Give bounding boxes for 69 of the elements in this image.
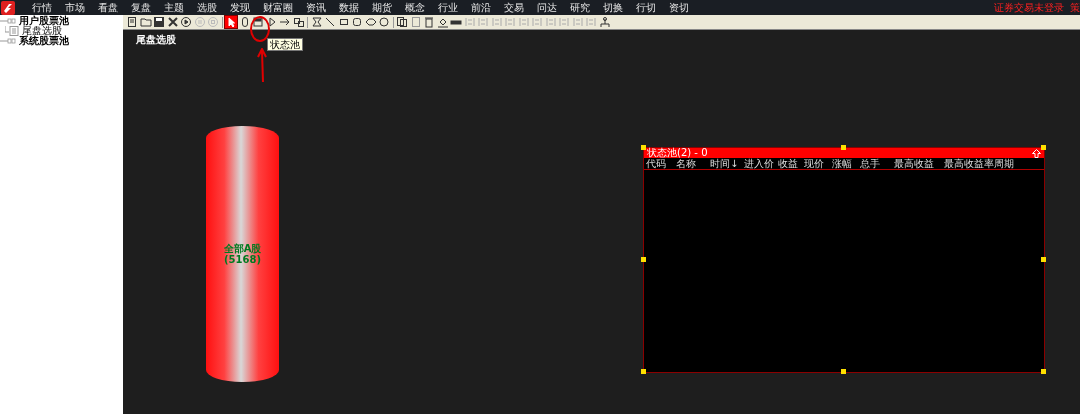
pointer-icon[interactable] [225,16,237,28]
menu-item[interactable]: 期货 [365,0,398,15]
cylinder-label: 全部A股 [223,243,262,254]
menu-item[interactable]: 策 [1070,0,1080,15]
menu-item[interactable]: 看盘 [91,0,124,15]
column-header[interactable]: 进入价 [744,158,774,169]
login-status: 证券交易未登录 [994,0,1064,15]
folder-icon[interactable] [139,16,152,28]
tooltip: 状态池 [267,38,303,51]
column-header[interactable]: 时间↓ [710,158,739,169]
tree-item[interactable]: 系统股票池 [19,36,69,46]
resize-handle[interactable] [641,257,646,262]
menu-item[interactable]: 数据 [332,0,365,15]
menu-item[interactable]: 财富圈 [256,0,299,15]
column-header[interactable]: 现价 [804,158,824,169]
annotation-circle [250,16,270,42]
menu-item[interactable]: 切换 [596,0,629,15]
tree-node-icon [0,17,18,25]
menu-item[interactable]: 行切 [629,0,662,15]
tree-node-icon [0,37,18,45]
tree-item[interactable]: 尾盘选股 [22,26,62,36]
column-header[interactable]: 最高收益 [894,158,934,169]
line-icon[interactable] [324,16,336,28]
doc-icon[interactable] [126,16,138,28]
column-header[interactable]: 总手 [860,158,880,169]
menu-item[interactable]: 问达 [530,0,563,15]
circle-icon[interactable] [378,16,390,28]
roundrect-icon[interactable] [351,16,363,28]
menu-item[interactable]: 行业 [431,0,464,15]
column-header[interactable]: 涨幅 [832,158,852,169]
menu-item[interactable]: 复盘 [124,0,157,15]
pool-title: 状态池(2) - 0 [647,148,708,158]
resize-handle[interactable] [1041,145,1046,150]
save-icon[interactable] [153,16,165,28]
fill-icon[interactable] [436,16,449,28]
menu-item[interactable]: 行情 [25,0,58,15]
resize-handle[interactable] [841,145,846,150]
arrow-icon[interactable] [279,16,291,28]
play-icon[interactable] [180,16,192,28]
menu-item[interactable]: 概念 [398,0,431,15]
menu-item[interactable]: 资切 [662,0,695,15]
column-header[interactable]: 代码 [646,158,666,169]
menu-item[interactable]: 研究 [563,0,596,15]
canvas-title: 尾盘选股 [136,33,176,47]
network-icon[interactable] [598,16,611,28]
resize-handle[interactable] [641,145,646,150]
resize-handle[interactable] [641,369,646,374]
resize-handle[interactable] [1041,257,1046,262]
up-arrow-icon[interactable] [1032,148,1041,158]
column-header[interactable]: 收益 [778,158,798,169]
cylinder-count: (5168) [224,254,261,265]
menu-item[interactable]: 主题 [157,0,190,15]
annotation-arrow [257,48,267,82]
document-icon [5,26,21,36]
copy-icon[interactable] [396,16,408,28]
trash-icon[interactable] [423,16,435,28]
menu-item[interactable]: 选股 [190,0,223,15]
resize-handle[interactable] [1041,369,1046,374]
rect-icon[interactable] [337,16,350,28]
delete-icon[interactable] [166,16,179,28]
menu-item[interactable]: 前沿 [464,0,497,15]
menu-item[interactable]: 发现 [223,0,256,15]
column-header[interactable]: 名称 [676,158,696,169]
menu-item[interactable]: 交易 [497,0,530,15]
column-header[interactable]: 最高收益率周期 [944,158,1014,169]
tree-item[interactable]: 用户股票池 [19,16,69,26]
menu-item[interactable]: 市场 [58,0,91,15]
resize-handle[interactable] [841,369,846,374]
menu-item[interactable]: 资讯 [299,0,332,15]
